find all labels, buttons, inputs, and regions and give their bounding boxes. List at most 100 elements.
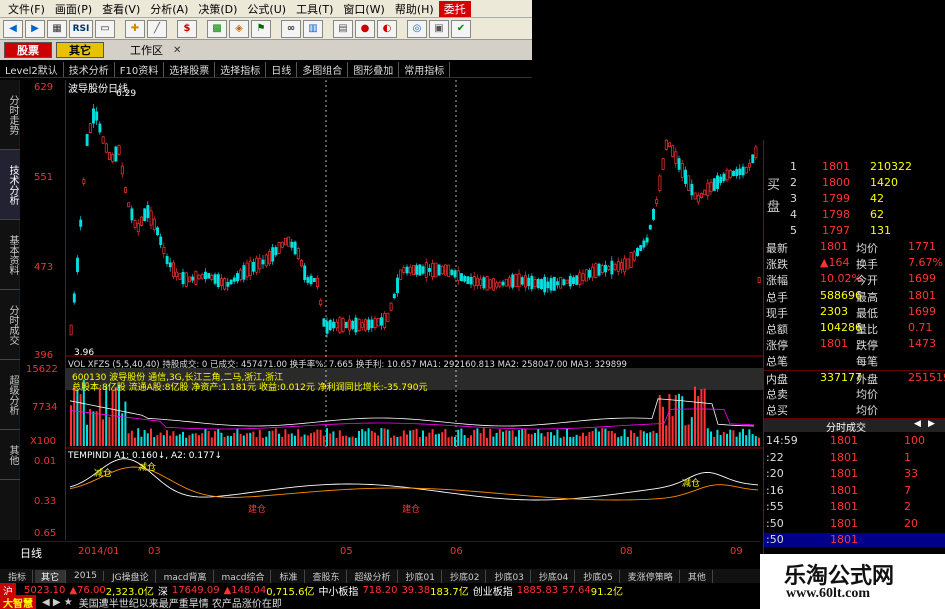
daily-button[interactable]: 日线: [266, 62, 298, 77]
candy-icon[interactable]: ◐: [377, 19, 397, 38]
vtab-tech[interactable]: 技术分析: [0, 150, 20, 220]
volume-bar: [185, 437, 188, 446]
circle-icon[interactable]: ●: [355, 19, 375, 38]
candle-body: [162, 246, 166, 254]
tab-stock[interactable]: 股票: [4, 42, 52, 58]
hazard-icon[interactable]: ◈: [229, 19, 249, 38]
menu-analysis[interactable]: 分析(A): [145, 1, 193, 17]
chart-canvas: [66, 80, 763, 501]
multi-chart-button[interactable]: 多图组合: [297, 62, 349, 77]
select-stock-button[interactable]: 选择股票: [164, 62, 216, 77]
vtab-intraday[interactable]: 分时走势: [0, 80, 20, 150]
app-logo[interactable]: 大智慧: [0, 595, 36, 609]
add-icon[interactable]: ✚: [125, 19, 145, 38]
stat-value: 1801: [820, 337, 848, 351]
tab-bottom02[interactable]: 抄底02: [444, 569, 487, 583]
stat-row: 涨跌 ▲164 换手 7.67%: [764, 256, 945, 271]
stat-row: 涨停 1801 跌停 1473: [764, 337, 945, 352]
tick-prev-icon[interactable]: ◀: [914, 419, 921, 429]
grid-icon[interactable]: ▦: [47, 19, 67, 38]
check-icon[interactable]: ✔: [451, 19, 471, 38]
menu-help[interactable]: 帮助(H): [390, 1, 439, 17]
level2-button[interactable]: Level2默认: [0, 62, 64, 77]
binoculars-icon[interactable]: ∞: [281, 19, 301, 38]
tab-super[interactable]: 超级分析: [349, 569, 398, 583]
kline-chart[interactable]: 波导股份日线 6.29 3.96 VOL XFZS (5,5,40,40) 持股…: [66, 80, 763, 540]
stat-label: 总买: [766, 404, 788, 417]
rsi-icon[interactable]: RSI: [69, 19, 93, 38]
tab-jg[interactable]: JG操盘论: [106, 569, 156, 583]
volume-bar: [220, 432, 223, 446]
workspace-close-icon[interactable]: ✕: [173, 45, 181, 56]
note-icon[interactable]: ▣: [429, 19, 449, 38]
candle-body: [146, 205, 150, 219]
overlay-button[interactable]: 图形叠加: [348, 62, 400, 77]
ruler-icon[interactable]: ╱: [147, 19, 167, 38]
candle-body: [460, 273, 463, 282]
tab-other2[interactable]: 其它: [35, 569, 67, 583]
menu-decision[interactable]: 决策(D): [193, 1, 242, 17]
volume-bar: [217, 428, 220, 446]
vtab-basic[interactable]: 基本资料: [0, 220, 20, 290]
vtab-ticks[interactable]: 分时成交: [0, 290, 20, 360]
tab-bottom01[interactable]: 抄底01: [400, 569, 442, 583]
tab-bottom05[interactable]: 抄底05: [577, 569, 620, 583]
f10-button[interactable]: F10资料: [115, 62, 165, 77]
tech-analysis-button[interactable]: 技术分析: [64, 62, 115, 77]
flag-icon[interactable]: ⚑: [251, 19, 271, 38]
tab-2015[interactable]: 2015: [68, 571, 104, 581]
candle-body: [396, 277, 399, 294]
workspace-label[interactable]: 工作区: [124, 42, 169, 58]
menu-view[interactable]: 查看(V): [97, 1, 145, 17]
ask-row[interactable]: 5 1797 131: [764, 224, 945, 238]
dollar-icon[interactable]: $: [177, 19, 197, 38]
calendar-icon[interactable]: ▤: [333, 19, 353, 38]
volume-bar: [284, 429, 287, 446]
volume-bar: [207, 430, 210, 446]
nav-icons[interactable]: ◀ ▶ ★: [42, 597, 73, 608]
common-indicator-button[interactable]: 常用指标: [399, 62, 451, 77]
ask-row[interactable]: 2 1800 1420: [764, 176, 945, 190]
volume-bar: [351, 436, 354, 446]
tab-macd-div[interactable]: macd背离: [158, 569, 214, 583]
volume-bar: [534, 432, 536, 446]
stat-row: 内盘337177外盘251519: [764, 369, 945, 386]
back-icon[interactable]: ◀: [3, 19, 23, 38]
window-icon[interactable]: ▭: [95, 19, 115, 38]
tab-macd-mix[interactable]: macd综合: [216, 569, 272, 583]
candle-body: [613, 263, 617, 271]
candle-body: [255, 257, 259, 273]
tab-std[interactable]: 标准: [273, 569, 305, 583]
menu-tools[interactable]: 工具(T): [291, 1, 338, 17]
menu-file[interactable]: 文件(F): [3, 1, 50, 17]
tab-others[interactable]: 其他: [682, 569, 713, 583]
menu-screen[interactable]: 画面(P): [50, 1, 97, 17]
tab-bottom03[interactable]: 抄底03: [488, 569, 531, 583]
signal-build: 建仓: [248, 505, 267, 515]
tab-bottom04[interactable]: 抄底04: [533, 569, 576, 583]
news-ticker[interactable]: 美国遭半世纪以来最严重旱情 农产品涨价在即: [79, 595, 282, 609]
bars-icon[interactable]: ▥: [303, 19, 323, 38]
menu-window[interactable]: 窗口(W): [338, 1, 389, 17]
tick-next-icon[interactable]: ▶: [928, 419, 935, 429]
candle-body: [354, 317, 358, 333]
ask-row[interactable]: 4 1798 62: [764, 208, 945, 222]
select-indicator-button[interactable]: 选择指标: [215, 62, 267, 77]
bubble-icon[interactable]: ◎: [407, 19, 427, 38]
menu-trade[interactable]: 委托: [438, 0, 471, 17]
tab-holder[interactable]: 查股东: [307, 569, 347, 583]
menu-formula[interactable]: 公式(U): [242, 1, 291, 17]
ask-row[interactable]: 1 1801 210322: [764, 160, 945, 174]
volume-bar: [201, 433, 204, 446]
forward-icon[interactable]: ▶: [25, 19, 45, 38]
date-06: 06: [450, 546, 463, 557]
ask-row[interactable]: 3 1799 42: [764, 192, 945, 206]
tab-indicator[interactable]: 指标: [2, 569, 34, 583]
candle-body: [85, 134, 89, 146]
pattern-icon[interactable]: ▩: [207, 19, 227, 38]
tab-limitup[interactable]: 麦涨停策略: [622, 569, 680, 583]
vtab-super[interactable]: 超级分析: [0, 360, 20, 430]
tab-other[interactable]: 其它: [56, 42, 104, 58]
vtab-other[interactable]: 其他: [0, 430, 20, 480]
day-label[interactable]: 日线: [20, 545, 42, 561]
